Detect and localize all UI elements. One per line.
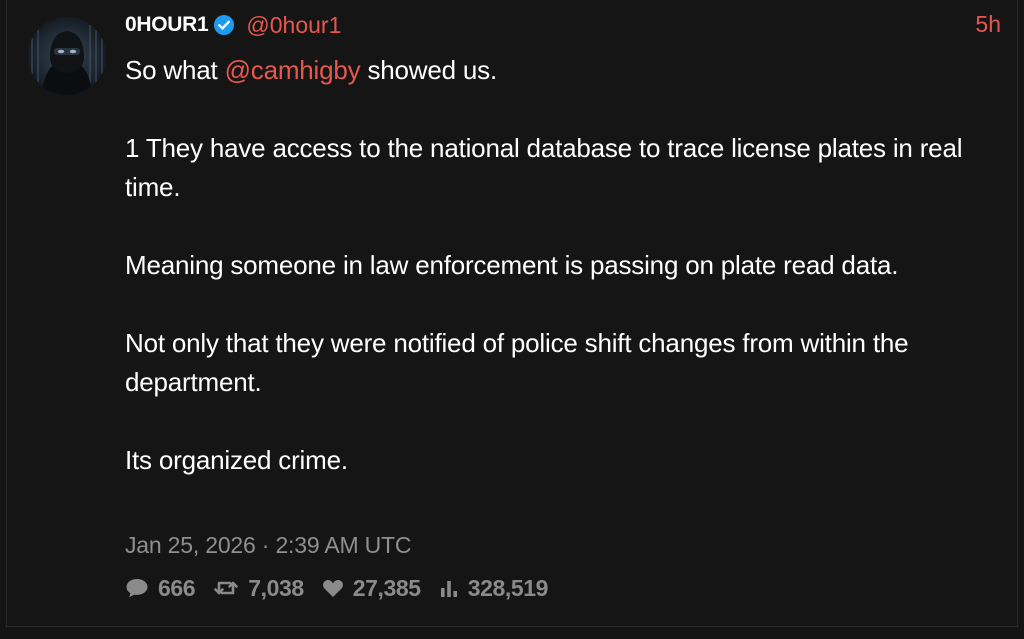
avatar-image [28, 17, 106, 95]
like-stat[interactable]: 27,385 [322, 575, 421, 602]
views-stat[interactable]: 328,519 [439, 575, 548, 602]
tweet-stats: 666 7,038 27,385 328,519 [125, 571, 566, 605]
mention-link[interactable]: @camhigby [225, 55, 361, 85]
tweet-header: 0HOUR1 @0hour1 [125, 10, 341, 40]
retweet-icon [213, 577, 239, 599]
tweet-body: So what @camhigby showed us. 1 They have… [125, 51, 995, 480]
tweet-paragraph: Not only that they were notified of poli… [125, 328, 909, 397]
retweet-stat[interactable]: 7,038 [213, 575, 304, 602]
verified-badge-icon [213, 14, 235, 36]
views-count: 328,519 [467, 574, 549, 601]
like-count: 27,385 [352, 574, 421, 601]
avatar[interactable] [28, 17, 106, 95]
reply-count: 666 [158, 574, 196, 601]
comment-icon [125, 577, 149, 599]
retweet-count: 7,038 [248, 574, 304, 601]
tweet-time-ago[interactable]: 5h [975, 11, 1001, 38]
tweet-paragraph: 1 They have access to the national datab… [125, 133, 963, 202]
tweet-text: So what [125, 55, 225, 85]
tweet-paragraph: Its organized crime. [125, 445, 348, 475]
tweet-paragraph: So what @camhigby showed us. [125, 51, 995, 90]
heart-icon [322, 578, 344, 598]
author-handle[interactable]: @0hour1 [246, 12, 341, 39]
bar-chart-icon [439, 578, 459, 598]
author-display-name[interactable]: 0HOUR1 [125, 13, 209, 37]
tweet-card: 0HOUR1 @0hour1 5h So what @camhigby show… [6, 0, 1018, 627]
reply-stat[interactable]: 666 [125, 574, 196, 602]
tweet-timestamp[interactable]: Jan 25, 2026 · 2:39 AM UTC [125, 532, 411, 559]
tweet-text: showed us. [360, 55, 498, 85]
tweet-paragraph: Meaning someone in law enforcement is pa… [125, 250, 899, 280]
